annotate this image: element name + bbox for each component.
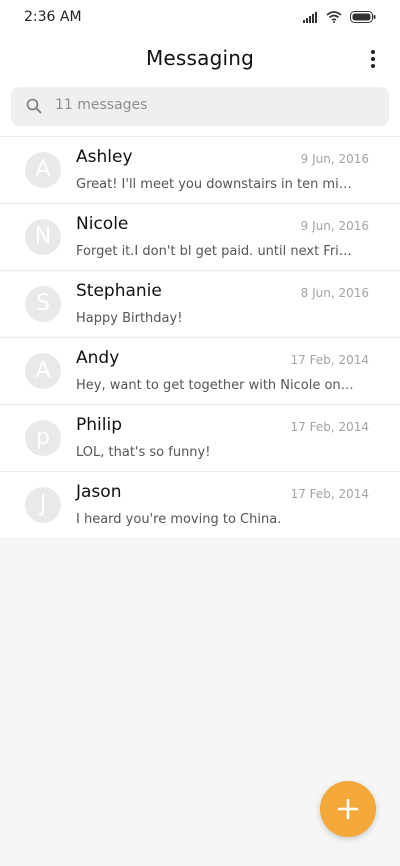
- conversation-list: A Ashley 9 Jun, 2016 Great! I'll meet yo…: [0, 136, 400, 539]
- avatar: N: [25, 219, 61, 255]
- search-bar[interactable]: 11 messages: [11, 87, 389, 126]
- top-section: 2:36 AM Messaging 11 messages: [0, 0, 400, 136]
- message-date: 8 Jun, 2016: [300, 286, 369, 300]
- contact-name: Stephanie: [76, 281, 162, 301]
- contact-name: Andy: [76, 348, 120, 368]
- wifi-icon: [326, 11, 342, 23]
- page-title: Messaging: [145, 46, 255, 70]
- message-date: 17 Feb, 2014: [290, 420, 370, 434]
- message-preview: Happy Birthday!: [76, 311, 183, 326]
- message-preview: Great! I'll meet you downstairs in ten m…: [76, 177, 356, 192]
- search-icon: [26, 98, 42, 114]
- more-vertical-icon: [371, 50, 375, 68]
- message-preview: Hey, want to get together with Nicole on…: [76, 378, 356, 393]
- contact-name: Philip: [76, 415, 122, 435]
- avatar: p: [25, 420, 61, 456]
- status-time: 2:36 AM: [24, 9, 82, 25]
- avatar: J: [25, 487, 61, 523]
- conversation-row-philip[interactable]: p Philip 17 Feb, 2014 LOL, that's so fun…: [0, 405, 400, 472]
- message-preview: I heard you're moving to China.: [76, 512, 282, 527]
- contact-name: Ashley: [76, 147, 133, 167]
- message-preview: Forget it.I don't bl get paid. until nex…: [76, 244, 356, 259]
- signal-icon: [303, 11, 317, 23]
- search-input[interactable]: 11 messages: [55, 97, 147, 113]
- compose-button[interactable]: [320, 781, 376, 837]
- contact-name: Nicole: [76, 214, 129, 234]
- message-date: 17 Feb, 2014: [290, 487, 370, 501]
- app-header: Messaging: [0, 40, 400, 80]
- avatar: S: [25, 286, 61, 322]
- message-date: 9 Jun, 2016: [300, 152, 369, 166]
- avatar: A: [25, 152, 61, 188]
- conversation-row-stephanie[interactable]: S Stephanie 8 Jun, 2016 Happy Birthday!: [0, 271, 400, 338]
- status-icons: [303, 11, 376, 23]
- conversation-row-ashley[interactable]: A Ashley 9 Jun, 2016 Great! I'll meet yo…: [0, 137, 400, 204]
- conversation-row-nicole[interactable]: N Nicole 9 Jun, 2016 Forget it.I don't b…: [0, 204, 400, 271]
- avatar: A: [25, 353, 61, 389]
- message-date: 9 Jun, 2016: [300, 219, 369, 233]
- conversation-row-andy[interactable]: A Andy 17 Feb, 2014 Hey, want to get tog…: [0, 338, 400, 405]
- battery-icon: [350, 11, 376, 23]
- message-preview: LOL, that's so funny!: [76, 445, 211, 460]
- conversation-row-jason[interactable]: J Jason 17 Feb, 2014 I heard you're movi…: [0, 472, 400, 539]
- status-bar: 2:36 AM: [0, 0, 400, 36]
- more-options-button[interactable]: [368, 48, 378, 70]
- message-date: 17 Feb, 2014: [290, 353, 370, 367]
- contact-name: Jason: [76, 482, 122, 502]
- plus-icon: [337, 798, 359, 820]
